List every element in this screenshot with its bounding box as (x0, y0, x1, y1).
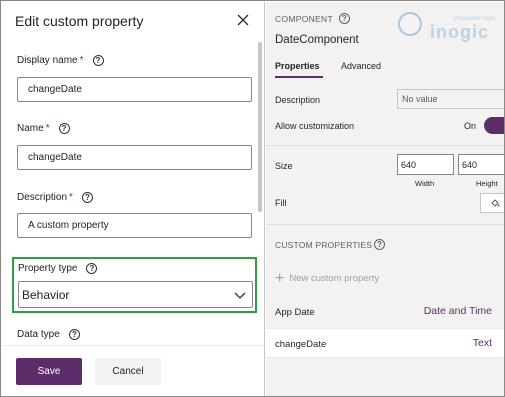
width-caption: Width (415, 179, 435, 188)
help-icon[interactable]: ? (68, 329, 80, 340)
name-input[interactable]: changeDate (17, 145, 252, 170)
display-name-input[interactable]: changeDate (17, 77, 252, 102)
help-icon[interactable]: ? (58, 123, 70, 134)
height-input[interactable]: 640 (458, 154, 504, 175)
component-name: DateComponent (275, 34, 359, 46)
description-label: Description * ? (17, 192, 93, 203)
chevron-down-icon (234, 292, 246, 299)
new-custom-property-button[interactable]: + New custom property (275, 269, 379, 287)
property-type-label: Property type ? (18, 263, 98, 274)
component-label: COMPONENT ? (275, 13, 350, 24)
edit-custom-property-dialog: Edit custom property Display name * ? ch… (2, 2, 265, 396)
description-input[interactable]: No value (397, 89, 504, 109)
help-icon[interactable]: ? (338, 13, 350, 24)
scrollbar-thumb[interactable] (258, 42, 262, 212)
property-type-highlight: Property type ? Behavior (12, 257, 257, 313)
custom-property-row[interactable]: changeDate Text (266, 328, 504, 358)
display-name-label: Display name * ? (17, 55, 104, 66)
tab-advanced[interactable]: Advanced (341, 61, 381, 71)
dialog-scrollbar[interactable] (258, 42, 263, 346)
divider (266, 224, 504, 225)
property-type-dropdown[interactable]: Behavior (18, 281, 253, 308)
logo-circle-icon (398, 12, 422, 36)
size-label: Size (275, 161, 293, 171)
allow-customization-label: Allow customization (275, 121, 355, 131)
description-input[interactable]: A custom property (17, 213, 252, 238)
data-type-label: Data type ? (17, 329, 80, 340)
custom-property-type: Text (472, 337, 492, 349)
dialog-title: Edit custom property (15, 13, 144, 29)
cancel-button[interactable]: Cancel (95, 358, 161, 385)
custom-property-name: changeDate (275, 339, 327, 350)
custom-property-row[interactable]: App Date Date and Time (266, 297, 504, 327)
inogic-logo: innovative logic inogic (396, 10, 504, 44)
active-tab-indicator (275, 76, 323, 78)
dialog-footer: Save Cancel (2, 345, 264, 396)
description-label: Description (275, 95, 321, 105)
width-input[interactable]: 640 (397, 154, 454, 175)
component-properties-panel: COMPONENT ? DateComponent innovative log… (266, 2, 504, 396)
plus-icon: + (275, 269, 285, 287)
custom-property-name: App Date (275, 307, 315, 318)
panel-header: COMPONENT ? DateComponent innovative log… (266, 2, 504, 87)
help-icon[interactable]: ? (374, 239, 386, 250)
height-caption: Height (476, 179, 498, 188)
paint-bucket-icon (491, 199, 500, 207)
tab-properties[interactable]: Properties (275, 61, 320, 71)
divider (266, 145, 504, 146)
fill-color-picker[interactable] (480, 193, 504, 213)
close-icon[interactable] (235, 12, 251, 28)
app-window: COMPONENT ? DateComponent innovative log… (0, 0, 505, 397)
allow-customization-toggle[interactable] (484, 117, 504, 134)
help-icon[interactable]: ? (86, 263, 98, 274)
custom-properties-title: CUSTOM PROPERTIES ? (275, 239, 386, 250)
help-icon[interactable]: ? (81, 192, 93, 203)
name-label: Name * ? (17, 123, 70, 134)
custom-property-type: Date and Time (423, 305, 492, 317)
fill-label: Fill (275, 198, 287, 208)
toggle-state-text: On (464, 121, 477, 131)
save-button[interactable]: Save (16, 358, 82, 385)
help-icon[interactable]: ? (92, 55, 104, 66)
